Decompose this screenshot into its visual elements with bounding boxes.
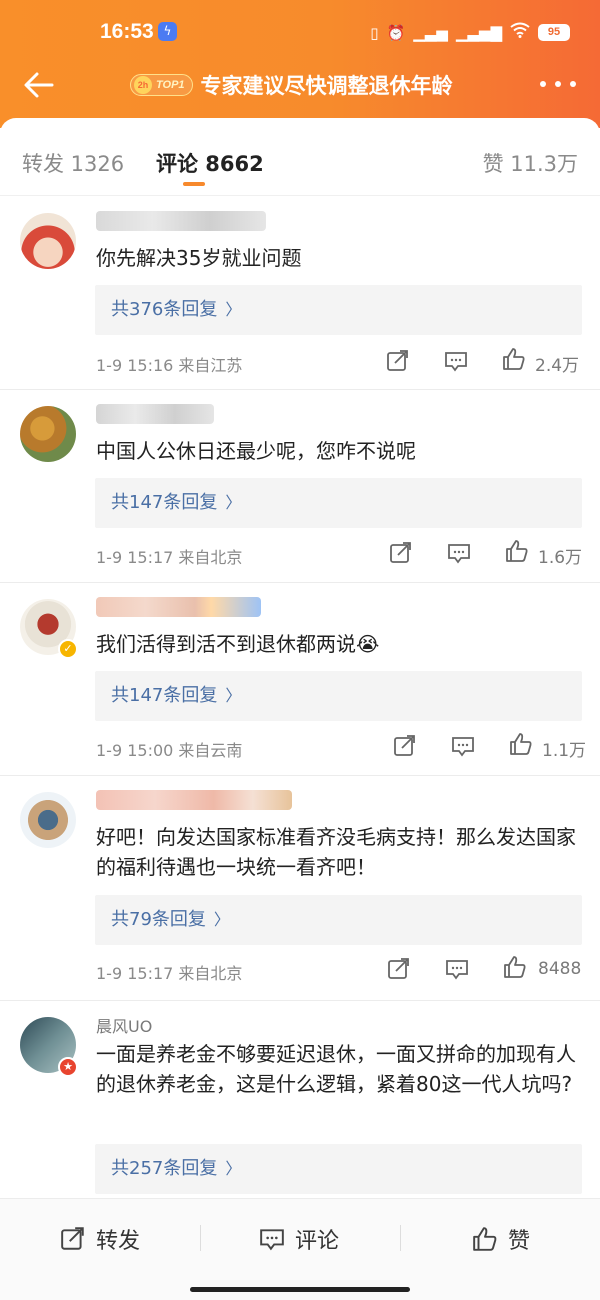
comment-item: 你先解决35岁就业问题 共376条回复〉 1-9 15:16 来自江苏 2.4万 — [0, 197, 600, 390]
replies-count: 共79条回复 — [111, 909, 206, 930]
username-blurred[interactable] — [96, 211, 266, 231]
username-blurred[interactable] — [96, 597, 261, 617]
share-icon[interactable] — [387, 957, 411, 981]
comment-item: 中国人公休日还最少呢，您咋不说呢 共147条回复〉 1-9 15:17 来自北京… — [0, 390, 600, 583]
chevron-right-icon: 〉 — [225, 493, 242, 512]
signal-icon: ▁▃▅ — [413, 23, 448, 42]
comment-list: 你先解决35岁就业问题 共376条回复〉 1-9 15:16 来自江苏 2.4万… — [0, 197, 600, 1201]
like-label: 赞 — [508, 1229, 531, 1254]
divider — [200, 1225, 201, 1251]
avatar[interactable] — [20, 213, 76, 269]
home-indicator[interactable] — [190, 1287, 410, 1292]
wifi-icon — [510, 22, 530, 43]
hot-rank-label: TOP1 — [156, 79, 185, 91]
status-icons: ▯ ⏰ ▁▃▅ ▁▃▅▇ 95 — [370, 22, 570, 43]
more-button[interactable] — [540, 72, 576, 96]
bottom-action-bar: 转发 评论 赞 — [0, 1198, 600, 1300]
vibrate-icon: ▯ — [370, 23, 379, 42]
signal-icon-2: ▁▃▅▇ — [455, 23, 502, 42]
comment-item: ✓ 我们活得到活不到退休都两说😭 共147条回复〉 1-9 15:00 来自云南… — [0, 583, 600, 776]
avatar[interactable] — [20, 792, 76, 848]
chevron-right-icon: 〉 — [213, 910, 230, 929]
comment-label: 评论 — [295, 1229, 340, 1254]
comment-meta: 1-9 15:17 来自北京 — [96, 964, 243, 983]
back-button[interactable] — [22, 68, 56, 102]
more-dot-icon — [570, 81, 576, 87]
like-count: 1.1万 — [542, 741, 587, 761]
comment-button[interactable]: 评论 — [259, 1223, 339, 1255]
comment-icon[interactable] — [444, 349, 468, 373]
comment-icon[interactable] — [451, 734, 475, 758]
comment-icon[interactable] — [447, 541, 471, 565]
comment-meta: 1-9 15:16 来自江苏 — [96, 356, 243, 375]
tab-like[interactable]: 赞 11.3万 — [483, 148, 578, 178]
more-dot-icon — [540, 81, 546, 87]
like-icon[interactable] — [503, 955, 527, 979]
tab-indicator — [183, 182, 205, 186]
comment-item: ★ 晨风UO 一面是养老金不够要延迟退休，一面又拼命的加现有人的退休养老金，这是… — [0, 1001, 600, 1201]
status-bar: 16:53 ϟ ▯ ⏰ ▁▃▅ ▁▃▅▇ 95 — [0, 0, 600, 62]
tab-comment[interactable]: 评论 8662 — [156, 148, 264, 178]
like-button[interactable]: 赞 — [472, 1223, 530, 1255]
hot-rank-badge: 2h TOP1 — [130, 74, 193, 96]
like-count: 1.6万 — [538, 548, 583, 568]
share-icon[interactable] — [389, 541, 413, 565]
status-time: 16:53 — [100, 20, 154, 43]
replies-count: 共376条回复 — [111, 299, 218, 320]
tab-repost[interactable]: 转发 1326 — [22, 148, 124, 178]
replies-link[interactable]: 共376条回复〉 — [95, 285, 582, 335]
page-title: 专家建议尽快调整退休年龄 — [200, 74, 453, 98]
share-icon[interactable] — [386, 349, 410, 373]
comment-text: 我们活得到活不到退休都两说😭 — [96, 632, 380, 656]
title-area: 2h TOP1 专家建议尽快调整退休年龄 — [130, 70, 453, 100]
chevron-right-icon: 〉 — [225, 686, 242, 705]
divider — [400, 1225, 401, 1251]
top-header: 16:53 ϟ ▯ ⏰ ▁▃▅ ▁▃▅▇ 95 2h TOP1 专家建议尽快调整… — [0, 0, 600, 128]
nav-bar: 2h TOP1 专家建议尽快调整退休年龄 — [0, 62, 600, 108]
comment-icon[interactable] — [445, 957, 469, 981]
like-count: 2.4万 — [535, 356, 580, 376]
share-icon[interactable] — [393, 734, 417, 758]
battery-icon: 95 — [538, 24, 570, 41]
replies-count: 共147条回复 — [111, 685, 218, 706]
like-icon[interactable] — [502, 347, 526, 371]
replies-count: 共147条回复 — [111, 492, 218, 513]
comment-item: 好吧！向发达国家标准看齐没毛病支持！那么发达国家的福利待遇也一块统一看齐吧！ 共… — [0, 776, 600, 1001]
comment-meta: 1-9 15:17 来自北京 — [96, 548, 243, 567]
comment-text: 中国人公休日还最少呢，您咋不说呢 — [96, 439, 416, 463]
like-icon[interactable] — [509, 732, 533, 756]
replies-link[interactable]: 共79条回复〉 — [95, 895, 582, 945]
repost-button[interactable]: 转发 — [60, 1223, 140, 1255]
replies-link[interactable]: 共147条回复〉 — [95, 671, 582, 721]
share-icon — [61, 1227, 84, 1250]
username[interactable]: 晨风UO — [96, 1013, 152, 1037]
comment-meta: 1-9 15:00 来自云南 — [96, 741, 243, 760]
verified-badge-icon: ✓ — [58, 639, 78, 659]
avatar[interactable] — [20, 406, 76, 462]
username-blurred[interactable] — [96, 404, 214, 424]
comment-text: 你先解决35岁就业问题 — [96, 246, 302, 270]
replies-link[interactable]: 共147条回复〉 — [95, 478, 582, 528]
back-arrow-icon — [24, 72, 54, 98]
chevron-right-icon: 〉 — [225, 1159, 242, 1178]
comment-text: 好吧！向发达国家标准看齐没毛病支持！那么发达国家的福利待遇也一块统一看齐吧！ — [96, 825, 576, 879]
comment-icon — [260, 1229, 284, 1251]
like-icon[interactable] — [505, 539, 529, 563]
comment-text: 一面是养老金不够要延迟退休，一面又拼命的加现有人的退休养老金，这是什么逻辑，紧着… — [96, 1042, 576, 1096]
alarm-icon: ⏰ — [386, 23, 406, 42]
chevron-right-icon: 〉 — [225, 300, 242, 319]
more-dot-icon — [555, 81, 561, 87]
like-icon — [473, 1227, 497, 1251]
tab-bar: 转发 1326 评论 8662 赞 11.3万 — [0, 118, 600, 196]
member-badge-icon: ★ — [58, 1057, 78, 1077]
like-count: 8488 — [538, 959, 582, 979]
hot-icon: 2h — [134, 76, 152, 94]
replies-link[interactable]: 共257条回复〉 — [95, 1144, 582, 1194]
repost-label: 转发 — [96, 1229, 141, 1254]
replies-count: 共257条回复 — [111, 1158, 218, 1179]
flash-icon: ϟ — [158, 22, 177, 41]
username-blurred[interactable] — [96, 790, 292, 810]
